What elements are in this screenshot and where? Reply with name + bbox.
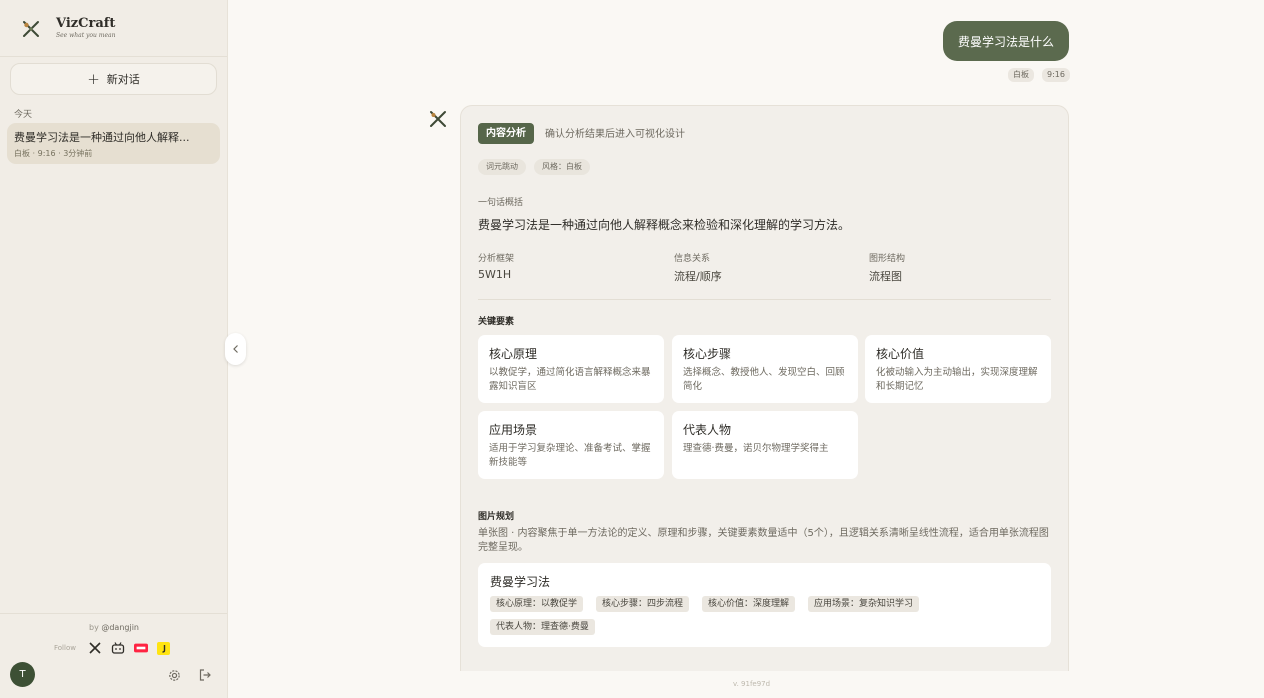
key-element-title: 应用场景 <box>489 423 538 437</box>
plus-icon: + <box>87 70 100 88</box>
tag-style: 风格：白板 <box>534 159 590 175</box>
chevron-left-icon <box>232 345 238 353</box>
plan-chip: 应用场景：复杂知识学习 <box>808 596 920 612</box>
divider <box>478 299 1051 300</box>
plan-chip: 代表人物：理查德·费曼 <box>490 619 595 635</box>
key-element-title: 核心步骤 <box>683 347 732 361</box>
image-plan-title: 图片规划 <box>478 512 515 522</box>
gear-icon[interactable] <box>167 668 182 683</box>
user-message-bubble: 费曼学习法是什么 <box>943 21 1069 61</box>
key-element-card: 代表人物 理查德·费曼，诺贝尔物理学奖得主 <box>672 411 858 479</box>
plan-chip: 核心步骤：四步流程 <box>596 596 690 612</box>
plan-chip: 核心原理：以教促学 <box>490 596 584 612</box>
divider <box>0 613 227 614</box>
plan-chip: 核心价值：深度理解 <box>702 596 796 612</box>
key-element-desc: 适用于学习复杂理论、准备考试、掌握新技能等 <box>489 443 651 468</box>
author-handle[interactable]: @dangjin <box>101 623 139 632</box>
meta-label-framework: 分析框架 <box>478 254 515 264</box>
chat-history-item[interactable]: 费曼学习法是一种通过向他人解释... 白板 · 9:16 · 3分钟前 <box>7 123 220 164</box>
key-element-card: 应用场景 适用于学习复杂理论、准备考试、掌握新技能等 <box>478 411 664 479</box>
chat-meta: 白板 · 9:16 · 3分钟前 <box>14 149 93 158</box>
divider <box>0 56 227 57</box>
mode-chip: 白板 <box>1008 68 1034 82</box>
chat-title: 费曼学习法是一种通过向他人解释... <box>14 131 190 144</box>
new-chat-label: 新对话 <box>106 73 140 86</box>
x-icon[interactable] <box>88 641 102 655</box>
key-elements-title: 关键要素 <box>478 317 515 327</box>
user-avatar[interactable]: T <box>10 662 35 687</box>
key-element-card: 核心价值 化被动输入为主动输出，实现深度理解和长期记忆 <box>865 335 1051 403</box>
summary-label: 一句话概括 <box>478 198 524 208</box>
collapse-sidebar-button[interactable] <box>225 333 246 365</box>
summary-text: 费曼学习法是一种通过向他人解释概念来检验和深化理解的学习方法。 <box>478 218 851 232</box>
key-element-desc: 化被动输入为主动输出，实现深度理解和长期记忆 <box>876 367 1038 392</box>
follow-label: Follow <box>54 644 76 652</box>
key-element-desc: 理查德·费曼，诺贝尔物理学奖得主 <box>683 443 829 454</box>
meta-value-structure: 流程图 <box>869 270 902 283</box>
logout-icon[interactable] <box>198 668 212 682</box>
bilibili-icon[interactable] <box>111 641 125 655</box>
follow-links: Follow <box>54 641 180 655</box>
section-label-today: 今天 <box>14 110 33 120</box>
brand-name: VizCraft <box>56 16 116 31</box>
assistant-avatar-icon <box>430 111 446 127</box>
image-plan-desc: 单张图 · 内容聚焦于单一方法论的定义、原理和步骤，关键要素数量适中（5个），且… <box>478 528 1049 553</box>
key-element-title: 核心价值 <box>876 347 925 361</box>
key-element-desc: 选择概念、教授他人、发现空白、回顾简化 <box>683 367 845 392</box>
xiaohongshu-icon[interactable] <box>133 641 148 655</box>
new-chat-button[interactable]: + 新对话 <box>10 63 217 95</box>
key-element-title: 核心原理 <box>489 347 538 361</box>
analysis-card: 内容分析 确认分析结果后进入可视化设计 词元跳动 风格：白板 一句话概括 费曼学… <box>460 105 1069 671</box>
key-element-desc: 以教促学，通过简化语言解释概念来暴露知识盲区 <box>489 367 651 392</box>
key-element-card: 核心步骤 选择概念、教授他人、发现空白、回顾简化 <box>672 335 858 403</box>
tag: 词元跳动 <box>478 159 526 175</box>
version-label: v. 91fe97d <box>733 680 771 688</box>
meta-label-relation: 信息关系 <box>674 254 711 264</box>
crossed-brushes-icon <box>23 21 39 37</box>
sidebar: VizCraft See what you mean + 新对话 今天 费曼学习… <box>0 0 228 698</box>
plan-card-title: 费曼学习法 <box>490 575 551 589</box>
brand[interactable]: VizCraft See what you mean <box>20 14 115 44</box>
key-element-title: 代表人物 <box>683 423 732 437</box>
jike-icon[interactable] <box>157 641 171 655</box>
brand-tagline: See what you mean <box>56 32 116 39</box>
meta-label-structure: 图形结构 <box>869 254 906 264</box>
analysis-badge: 内容分析 <box>478 123 534 144</box>
author-credit: by @dangjin <box>0 623 228 632</box>
meta-value-relation: 流程/顺序 <box>674 270 722 283</box>
image-plan-card: 费曼学习法 核心原理：以教促学 核心步骤：四步流程 核心价值：深度理解 应用场景… <box>478 563 1051 647</box>
key-element-card: 核心原理 以教促学，通过简化语言解释概念来暴露知识盲区 <box>478 335 664 403</box>
meta-value-framework: 5W1H <box>478 268 512 281</box>
analysis-subtitle: 确认分析结果后进入可视化设计 <box>545 129 685 140</box>
time-chip: 9:16 <box>1042 68 1070 82</box>
by-prefix: by <box>88 623 99 632</box>
